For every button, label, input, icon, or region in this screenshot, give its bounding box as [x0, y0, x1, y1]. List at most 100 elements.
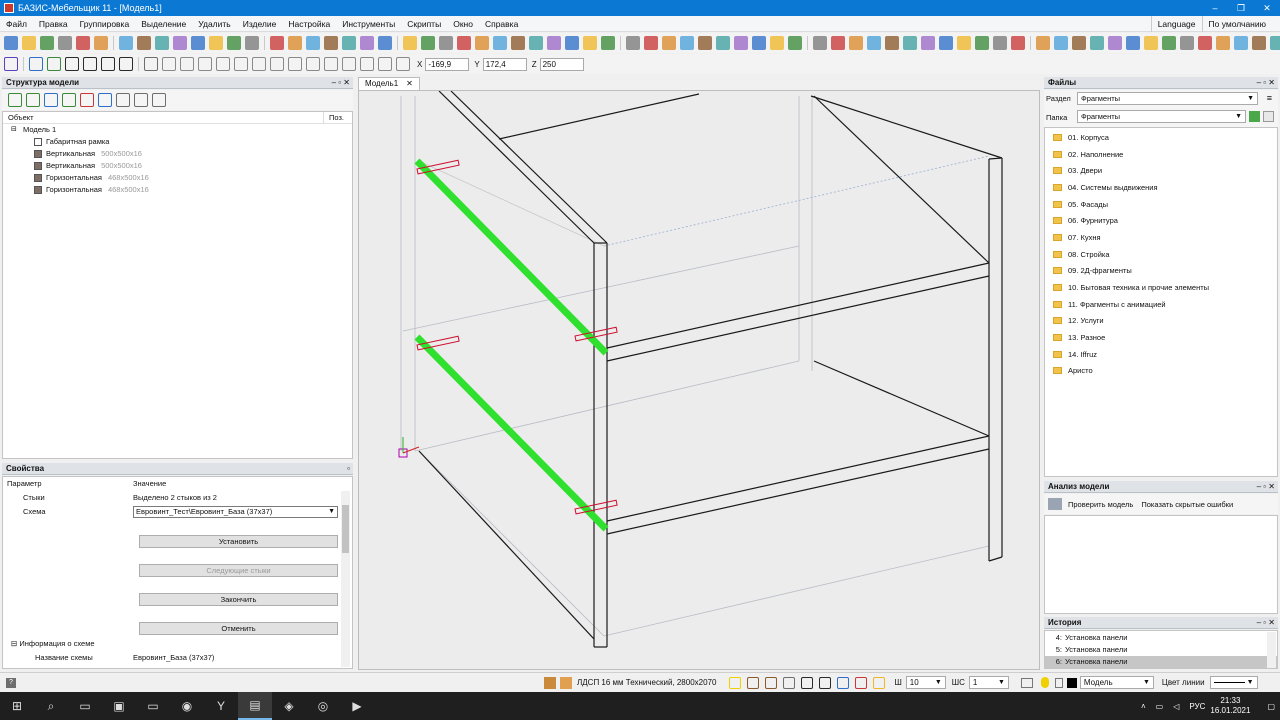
help-icon[interactable]: ? [6, 677, 16, 688]
history-item[interactable]: 6: Установка панели [1045, 656, 1277, 668]
chevron-down-icon[interactable]: ▼ [1143, 677, 1150, 688]
3d-viewport[interactable] [358, 90, 1040, 670]
properties-scrollbar[interactable] [341, 491, 350, 667]
toolbar-tool-icon[interactable] [885, 36, 899, 50]
toolbar-tool-icon[interactable] [191, 36, 205, 50]
menu-file[interactable]: Файл [0, 16, 33, 32]
scrollbar-thumb[interactable] [342, 505, 349, 553]
panel-close-icon[interactable]: ▫ [347, 463, 350, 475]
folder-item[interactable]: 13. Разное [1045, 329, 1277, 346]
toolbar-tool-icon[interactable] [22, 36, 36, 50]
menu-icon[interactable]: ≡ [1267, 93, 1272, 103]
selected-joint-upper[interactable] [414, 158, 609, 356]
toolbar-tool-icon[interactable] [529, 36, 543, 50]
status-tool-icon[interactable] [765, 676, 778, 689]
collapse-icon[interactable]: ⊟ [11, 124, 19, 136]
section-select[interactable]: Фрагменты ▼ [1077, 92, 1258, 105]
status-tool-icon[interactable] [729, 676, 742, 689]
toolbar-tool-icon[interactable] [662, 36, 676, 50]
show-hidden-errors-button[interactable]: Показать скрытые ошибки [1141, 500, 1233, 509]
folder-item[interactable]: 09. 2Д-фрагменты [1045, 263, 1277, 280]
draw-tool-icon[interactable] [119, 57, 133, 71]
history-scrollbar[interactable] [1267, 632, 1276, 668]
toolbar-tool-icon[interactable] [421, 36, 435, 50]
toolbar-tool-icon[interactable] [173, 36, 187, 50]
toolbar-tool-icon[interactable] [342, 36, 356, 50]
draw-tool-icon[interactable] [198, 57, 212, 71]
toolbar-tool-icon[interactable] [324, 36, 338, 50]
toolbar-tool-icon[interactable] [831, 36, 845, 50]
toolbar-tool-icon[interactable] [511, 36, 525, 50]
toolbar-tool-icon[interactable] [378, 36, 392, 50]
toolbar-tool-icon[interactable] [583, 36, 597, 50]
toolbar-tool-icon[interactable] [547, 36, 561, 50]
toolbar-tool-icon[interactable] [475, 36, 489, 50]
toolbar-tool-icon[interactable] [813, 36, 827, 50]
toolbar-tool-icon[interactable] [1216, 36, 1230, 50]
tree-node[interactable]: Вертикальная 500x500x16 [3, 148, 352, 160]
chevron-down-icon[interactable]: ▼ [1247, 93, 1254, 104]
toolbar-tool-icon[interactable] [939, 36, 953, 50]
toolbar-tool-icon[interactable] [403, 36, 417, 50]
up-folder-icon[interactable] [1249, 111, 1260, 122]
windows-start-icon[interactable]: ⊞ [0, 692, 34, 720]
draw-tool-icon[interactable] [252, 57, 266, 71]
folder-item[interactable]: 04. Системы выдвижения [1045, 179, 1277, 196]
model-drawing[interactable] [359, 91, 1040, 670]
video-app-icon[interactable]: ▶ [340, 692, 374, 720]
notifications-icon[interactable]: ▢ [1267, 702, 1275, 711]
workspace-default-menu[interactable]: По умолчанию [1201, 16, 1272, 32]
toolbar-tool-icon[interactable] [155, 36, 169, 50]
toolbar-tool-icon[interactable] [360, 36, 374, 50]
bazis-app-icon[interactable]: ▤ [238, 692, 272, 720]
snap-step-input[interactable]: 1 ▼ [968, 676, 1009, 689]
lightbulb-icon[interactable] [1040, 677, 1049, 688]
tree-root[interactable]: ⊟ Модель 1 [3, 124, 352, 136]
menu-product[interactable]: Изделие [237, 16, 283, 32]
toolbar-tool-icon[interactable] [40, 36, 54, 50]
draw-tool-icon[interactable] [216, 57, 230, 71]
finish-button[interactable]: Закончить [139, 592, 338, 606]
folder-item[interactable]: 12. Услуги [1045, 313, 1277, 330]
status-tool-icon[interactable] [873, 676, 886, 689]
toolbar-tool-icon[interactable] [245, 36, 259, 50]
folder-select[interactable]: Фрагменты ▼ [1077, 110, 1246, 123]
coord-z-input[interactable]: 250 [539, 57, 584, 71]
toolbar-tool-icon[interactable] [137, 36, 151, 50]
draw-tool-icon[interactable] [360, 57, 374, 71]
panel-pin-close-icon[interactable]: – ▫ ✕ [1257, 481, 1275, 493]
toolbar-tool-icon[interactable] [1126, 36, 1140, 50]
chevron-down-icon[interactable]: ▼ [328, 507, 335, 517]
chrome-icon[interactable]: ◉ [170, 692, 204, 720]
cancel-button[interactable]: Отменить [139, 622, 338, 636]
toolbar-tool-icon[interactable] [1198, 36, 1212, 50]
status-tool-icon[interactable] [747, 676, 760, 689]
menu-group[interactable]: Группировка [74, 16, 136, 32]
toolbar-tool-icon[interactable] [1036, 36, 1050, 50]
language-menu[interactable]: Language [1150, 16, 1202, 32]
status-tool-icon[interactable] [855, 676, 868, 689]
search-icon[interactable]: ⌕ [34, 692, 68, 720]
material-folder-icon[interactable] [560, 676, 572, 689]
clock[interactable]: 21:33 16.01.2021 [1210, 696, 1250, 716]
tree-node[interactable]: Горизонтальная 468x500x16 [3, 184, 352, 196]
toolbar-tool-icon[interactable] [1144, 36, 1158, 50]
menu-selection[interactable]: Выделение [135, 16, 192, 32]
toolbar-tool-icon[interactable] [716, 36, 730, 50]
folder-item[interactable]: 06. Фурнитура [1045, 212, 1277, 229]
draw-tool-icon[interactable] [378, 57, 392, 71]
draw-tool-icon[interactable] [234, 57, 248, 71]
toolbar-tool-icon[interactable] [94, 36, 108, 50]
folder-item[interactable]: 07. Кухня [1045, 229, 1277, 246]
draw-tool-icon[interactable] [144, 57, 158, 71]
toolbar-tool-icon[interactable] [1270, 36, 1280, 50]
close-button[interactable]: ✕ [1254, 0, 1280, 16]
draw-tool-icon[interactable] [29, 57, 43, 71]
structure-tool-icon[interactable] [44, 93, 58, 107]
toolbar-tool-icon[interactable] [493, 36, 507, 50]
toolbar-tool-icon[interactable] [867, 36, 881, 50]
structure-tool-icon[interactable] [62, 93, 76, 107]
coord-y-input[interactable]: 172,4 [482, 57, 527, 71]
toolbar-tool-icon[interactable] [921, 36, 935, 50]
structure-tool-icon[interactable] [98, 93, 112, 107]
